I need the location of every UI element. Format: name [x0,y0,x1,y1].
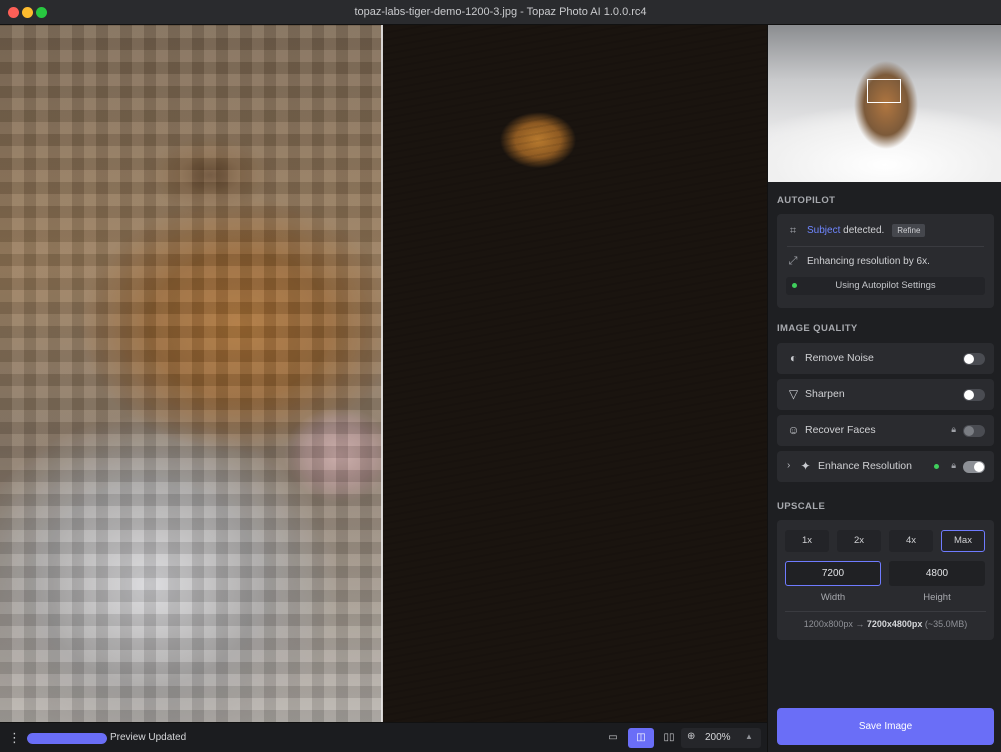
status-text: Preview Updated [110,732,187,743]
navigator-viewport-box[interactable] [867,79,901,103]
enhance-resolution-label: Enhance Resolution [818,460,912,472]
upscale-2x-button[interactable]: 2x [837,530,881,552]
autopilot-section-label: AUTOPILOT [777,195,836,206]
image-quality-section-label: IMAGE QUALITY [777,323,858,334]
navigator-thumbnail[interactable] [768,25,1001,182]
refine-button[interactable]: Refine [892,224,926,237]
title-bar: topaz-labs-tiger-demo-1200-3.jpg - Topaz… [0,0,1001,25]
enhance-active-dot [934,464,939,469]
remove-noise-row[interactable]: ◐ Remove Noise [777,343,994,374]
height-label: Height [923,592,951,603]
subject-link[interactable]: Subject [807,225,840,236]
window-title: topaz-labs-tiger-demo-1200-3.jpg - Topaz… [354,6,647,18]
enhancing-text: Enhancing resolution by 6x. [807,255,930,267]
subject-detected-row: ⌗ Subject detected. Refine [787,224,926,237]
split-divider-handle[interactable] [381,25,383,722]
width-label: Width [820,592,846,603]
remove-noise-label: Remove Noise [805,352,874,364]
autopilot-settings-label: Using Autopilot Settings [835,280,936,291]
preview-progress-fill [27,733,107,744]
single-view-icon[interactable]: ▭ [600,728,626,748]
chevron-up-icon[interactable]: ▲ [745,732,753,741]
app-window: topaz-labs-tiger-demo-1200-3.jpg - Topaz… [0,0,1001,752]
upscale-card: 1x 2x 4x Max 7200 4800 Width Height 1200… [777,520,994,640]
remove-noise-toggle[interactable] [963,353,985,365]
zoom-level: 200% [705,732,731,743]
upscale-1x-button[interactable]: 1x [785,530,829,552]
preview-progress-bar [27,733,107,744]
upscale-max-button[interactable]: Max [941,530,985,552]
split-view-icon[interactable]: ◫ [628,728,654,748]
more-options-icon[interactable]: ⋮ [8,731,21,745]
autopilot-settings-button[interactable]: Using Autopilot Settings [786,277,985,295]
autopilot-card: ⌗ Subject detected. Refine ⤢ Enhancing r… [777,214,994,308]
view-mode-group: ▭ ◫ ▯▯ [600,728,684,748]
face-icon: ☺ [787,423,800,437]
subject-focus-icon: ⌗ [789,224,797,237]
upscale-divider [785,611,986,612]
enhance-resolution-toggle[interactable] [963,461,985,473]
upscale-section-label: UPSCALE [777,501,826,512]
height-input[interactable]: 4800 [889,561,985,586]
sharpen-label: Sharpen [805,388,845,400]
chevron-right-icon[interactable]: › [787,460,790,471]
sharpen-toggle[interactable] [963,389,985,401]
enhance-resolution-row[interactable]: › ✦ Enhance Resolution 🔒︎ [777,451,994,482]
side-by-side-view-icon[interactable]: ▯▯ [656,728,682,748]
status-bar: ⋮ Preview Updated ▭ ◫ ▯▯ ⊕ 200% ▲ [0,722,767,752]
autopilot-status-dot [792,283,797,288]
recover-faces-label: Recover Faces [805,424,876,436]
output-size-info: 1200x800px → 7200x4800px (~35.0MB) [803,619,968,629]
zoom-icon: ⊕ [687,731,696,742]
right-panel: AUTOPILOT ⌗ Subject detected. Refine ⤢ E… [767,25,1001,752]
upscale-4x-button[interactable]: 4x [889,530,933,552]
sparkle-icon: ✦ [800,459,811,473]
image-preview[interactable] [0,25,767,722]
autopilot-divider [787,246,984,247]
width-input[interactable]: 7200 [785,561,881,586]
recover-faces-row[interactable]: ☺ Recover Faces 🔒︎ [777,415,994,446]
original-image-pane [0,25,382,722]
noise-icon: ◐ [789,351,798,365]
sharpen-icon: ▽ [788,387,799,401]
lock-icon: 🔒︎ [951,424,956,434]
zoom-control[interactable]: ⊕ 200% ▲ [681,728,761,748]
sharpen-row[interactable]: ▽ Sharpen [777,379,994,410]
lock-icon: 🔒︎ [951,460,956,470]
save-image-button[interactable]: Save Image [777,708,994,745]
expand-arrows-icon: ⤢ [788,255,798,267]
enhanced-image-pane [383,25,767,722]
detected-text: detected. [840,225,885,236]
enhancing-row: ⤢ Enhancing resolution by 6x. [787,255,930,267]
recover-faces-toggle[interactable] [963,425,985,437]
